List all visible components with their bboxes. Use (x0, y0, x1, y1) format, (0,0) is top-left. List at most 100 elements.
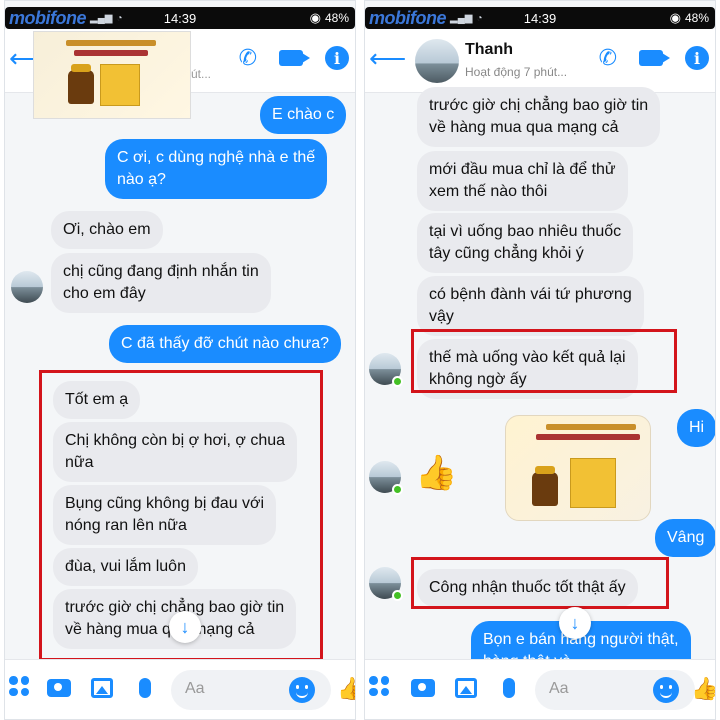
signal-icon: ▂▄▆ (450, 12, 473, 24)
apps-icon[interactable] (9, 676, 29, 696)
phone-icon[interactable]: ✆ (599, 45, 617, 71)
avatar[interactable] (11, 271, 43, 303)
box-graphic (100, 64, 140, 106)
video-icon[interactable] (639, 50, 670, 66)
message-incoming[interactable]: Công nhận thuốc tốt thật ấy (417, 569, 638, 607)
avatar[interactable] (369, 567, 403, 601)
apps-icon[interactable] (369, 676, 389, 696)
eye-icon: ◉ (669, 10, 681, 25)
like-icon[interactable]: 👍 (337, 676, 355, 702)
message-line: mới đầu mua chỉ là để thử (429, 161, 616, 178)
clock: 14:39 (523, 10, 557, 26)
message-outgoing[interactable]: C đã thấy đỡ chút nào chưa? (109, 325, 341, 363)
message-line: về hàng mua qua mạng cả (429, 119, 619, 136)
message-incoming[interactable]: Tốt em ạ (53, 381, 141, 419)
eye-icon: ◉ (309, 10, 321, 25)
composer: Aa 👍 (365, 659, 715, 719)
avatar[interactable] (369, 461, 403, 495)
status-right: ◉ 48% (670, 10, 709, 26)
carrier-label: mobifone (9, 7, 87, 28)
wifi-icon: ◔ (476, 12, 483, 24)
message-line: thế mà uống vào kết quả lại (429, 349, 626, 366)
banner-text-decoration (546, 424, 636, 430)
message-incoming[interactable]: đùa, vui lắm luôn (53, 548, 198, 586)
phone-icon[interactable]: ✆ (239, 45, 257, 71)
online-indicator (392, 376, 403, 387)
message-outgoing[interactable]: C ơi, c dùng nghệ nhà e thế nào ạ? (105, 139, 328, 199)
message-incoming[interactable]: mới đầu mua chỉ là để thử xem thế nào th… (417, 151, 628, 211)
chat-header: ⟵ út... ✆ i (5, 29, 355, 119)
emoji-icon[interactable] (289, 677, 315, 703)
contact-name: Thanh (465, 41, 513, 58)
left-screenshot: mobifone ▂▄▆ ◔ 14:39 ◉ 48% ⟵ út... ✆ i E… (4, 0, 356, 720)
like-icon[interactable]: 👍 (415, 453, 457, 493)
camera-icon[interactable] (411, 676, 435, 697)
emoji-icon[interactable] (653, 677, 679, 703)
image-icon[interactable] (455, 676, 477, 698)
back-arrow-icon[interactable]: ⟵ (369, 43, 406, 74)
video-icon[interactable] (279, 50, 310, 66)
carrier-label: mobifone (369, 7, 447, 28)
scroll-down-icon[interactable]: ↓ (559, 607, 591, 639)
like-icon[interactable]: 👍 (691, 676, 715, 702)
mic-icon[interactable] (139, 676, 151, 698)
battery-label: 48% (324, 11, 349, 25)
message-incoming[interactable]: thế mà uống vào kết quả lại không ngờ ấy (417, 339, 638, 399)
clock: 14:39 (163, 10, 197, 26)
online-indicator (392, 590, 403, 601)
message-line: chị cũng đang định nhắn tin (63, 263, 259, 280)
message-incoming[interactable]: Ơi, chào em (51, 211, 163, 249)
battery-label: 48% (684, 11, 709, 25)
message-incoming[interactable]: Bụng cũng không bị đau với nóng ran lên … (53, 485, 277, 545)
product-image-message[interactable] (505, 415, 651, 521)
message-outgoing[interactable]: E chào c (260, 96, 347, 134)
avatar[interactable] (369, 353, 403, 387)
composer: Aa 👍 (5, 659, 355, 719)
message-line: nào ạ? (117, 171, 166, 188)
info-icon[interactable]: i (325, 46, 349, 70)
banner-text-decoration-2 (74, 50, 148, 56)
header-actions: ✆ i (599, 45, 709, 71)
message-line: tại vì uống bao nhiêu thuốc (429, 223, 622, 240)
message-line: cho em đây (63, 285, 146, 302)
message-line: xem thế nào thôi (429, 183, 548, 200)
message-line: Chị không còn bị ợ hơi, ợ chua (65, 432, 286, 449)
message-incoming[interactable]: có bệnh đành vái tứ phương vậy (417, 276, 644, 336)
message-incoming[interactable]: Chị không còn bị ợ hơi, ợ chua nữa (53, 422, 298, 482)
message-line: C ơi, c dùng nghệ nhà e thế (117, 149, 316, 166)
message-line: tây cũng chẳng khỏi ý (429, 245, 584, 262)
signal-icon: ▂▄▆ (90, 12, 113, 24)
banner-text-decoration-2 (536, 434, 640, 440)
message-incoming[interactable]: chị cũng đang định nhắn tin cho em đây (51, 253, 271, 313)
box-graphic (570, 458, 616, 508)
wifi-icon: ◔ (116, 12, 123, 24)
status-bar: mobifone ▂▄▆ ◔ 14:39 ◉ 48% (365, 7, 715, 29)
scroll-down-icon[interactable]: ↓ (169, 611, 201, 643)
header-subtitle: út... (191, 67, 212, 81)
message-line: không ngờ ấy (429, 371, 527, 388)
product-image (33, 31, 191, 119)
chat-header: ⟵ Thanh Hoạt động 7 phút... ✆ i (365, 29, 715, 93)
status-bar: mobifone ▂▄▆ ◔ 14:39 ◉ 48% (5, 7, 355, 29)
mic-icon[interactable] (503, 676, 515, 698)
message-line: nữa (65, 454, 94, 471)
jar-graphic (532, 466, 558, 506)
message-outgoing[interactable]: Hi (677, 409, 715, 447)
message-line: có bệnh đành vái tứ phương (429, 286, 632, 303)
camera-icon[interactable] (47, 676, 71, 697)
message-incoming[interactable]: tại vì uống bao nhiêu thuốc tây cũng chẳ… (417, 213, 634, 273)
info-icon[interactable]: i (685, 46, 709, 70)
banner-text-decoration (66, 40, 156, 46)
avatar[interactable] (415, 39, 459, 83)
message-line: vậy (429, 308, 454, 325)
image-icon[interactable] (91, 676, 113, 698)
message-line: Bụng cũng không bị đau với (65, 495, 265, 512)
jar-graphic (68, 64, 94, 104)
right-screenshot: mobifone ▂▄▆ ◔ 14:39 ◉ 48% ⟵ Thanh Hoạt … (364, 0, 716, 720)
message-line: trước giờ chị chẳng bao giờ tin (429, 97, 649, 114)
message-incoming[interactable]: trước giờ chị chẳng bao giờ tin về hàng … (417, 87, 661, 147)
online-indicator (392, 484, 403, 495)
status-right: ◉ 48% (310, 10, 349, 26)
header-actions: ✆ i (239, 45, 349, 71)
message-outgoing[interactable]: Vâng (655, 519, 715, 557)
